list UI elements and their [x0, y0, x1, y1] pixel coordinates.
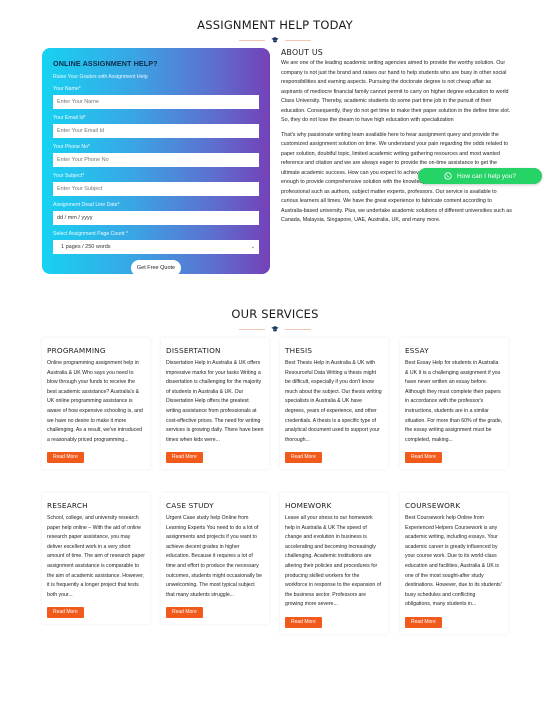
service-title: THESIS — [285, 346, 313, 355]
service-description: Leave all your stress to our homework he… — [285, 515, 382, 608]
service-card-homework: HOMEWORK Leave all your stress to our ho… — [280, 493, 388, 634]
get-free-quote-button[interactable]: Get Free Quote — [131, 260, 181, 276]
services-divider — [0, 326, 550, 332]
service-description: Online programming assignment help in Au… — [47, 360, 143, 443]
whatsapp-chat-button[interactable]: How can I help you? — [418, 168, 542, 184]
page-count-value: 1 pages / 250 words — [61, 244, 111, 250]
read-more-button[interactable]: Read More — [285, 616, 322, 628]
name-label: Your Name* — [53, 86, 81, 92]
form-subheading: Raise Your Grades with Assignment Help — [53, 74, 148, 80]
service-title: RESEARCH — [47, 501, 88, 510]
deadline-label: Assignment Dead Line Date* — [53, 202, 120, 208]
service-card-coursework: COURSEWORK Best Coursework help Online f… — [400, 493, 508, 634]
service-card-case-study: CASE STUDY Urgent Case study help Online… — [161, 493, 269, 625]
service-description: Dissertation Help in Australia & UK offe… — [166, 360, 264, 443]
service-card-dissertation: DISSERTATION Dissertation Help in Austra… — [161, 338, 269, 470]
service-card-research: RESEARCH School, college, and university… — [42, 493, 150, 625]
phone-input[interactable] — [53, 153, 259, 167]
read-more-button[interactable]: Read More — [166, 607, 203, 619]
about-section: ABOUT US We are one of the leading acade… — [281, 48, 513, 226]
service-title: PROGRAMMING — [47, 346, 106, 355]
divider-line — [239, 328, 265, 330]
service-title: HOMEWORK — [285, 501, 332, 510]
subject-input[interactable] — [53, 182, 259, 196]
deadline-date-input[interactable] — [53, 211, 259, 225]
form-heading: ONLINE ASSIGNMENT HELP? — [53, 59, 158, 68]
read-more-button[interactable]: Read More — [47, 452, 84, 464]
divider-line — [285, 328, 311, 330]
divider-line — [239, 39, 265, 41]
service-card-programming: PROGRAMMING Online programming assignmen… — [42, 338, 150, 470]
subject-label: Your Subject* — [53, 173, 85, 179]
service-title: DISSERTATION — [166, 346, 221, 355]
service-card-essay: ESSAY Best Essay Help for students in Au… — [400, 338, 508, 470]
divider-line — [285, 39, 311, 41]
read-more-button[interactable]: Read More — [405, 452, 442, 464]
name-input[interactable] — [53, 95, 259, 109]
whatsapp-icon — [444, 172, 452, 180]
page-title: ASSIGNMENT HELP TODAY — [197, 18, 353, 32]
chat-label: How can I help you? — [457, 172, 516, 180]
graduation-cap-icon — [271, 37, 279, 43]
service-description: Best Essay Help for students in Australi… — [405, 360, 503, 443]
about-title: ABOUT US — [281, 48, 323, 57]
assignment-help-form: ONLINE ASSIGNMENT HELP? Raise Your Grade… — [42, 48, 270, 276]
email-input[interactable] — [53, 124, 259, 138]
services-title: OUR SERVICES — [231, 307, 319, 321]
chevron-down-icon: ⌄ — [250, 244, 255, 250]
service-description: Best Coursework help Online from Experie… — [405, 515, 502, 608]
service-description: Best Thesis Help in Australia & UK with … — [285, 360, 382, 443]
email-label: Your Email Id* — [53, 115, 86, 121]
read-more-button[interactable]: Read More — [166, 452, 203, 464]
about-paragraph: We are one of the leading academic writi… — [281, 60, 511, 123]
read-more-button[interactable]: Read More — [405, 616, 442, 628]
service-description: Urgent Case study help Online from Learn… — [166, 515, 263, 598]
read-more-button[interactable]: Read More — [47, 607, 84, 619]
title-divider — [0, 37, 550, 43]
service-title: COURSEWORK — [405, 501, 461, 510]
page-count-label: Select Assignment Page Count * — [53, 231, 128, 237]
graduation-cap-icon — [271, 326, 279, 332]
service-title: CASE STUDY — [166, 501, 214, 510]
phone-label: Your Phone No* — [53, 144, 91, 150]
page-count-select[interactable]: 1 pages / 250 words ⌄ — [53, 240, 259, 254]
service-description: School, college, and university research… — [47, 515, 145, 598]
service-title: ESSAY — [405, 346, 429, 355]
read-more-button[interactable]: Read More — [285, 452, 322, 464]
service-card-thesis: THESIS Best Thesis Help in Australia & U… — [280, 338, 388, 470]
